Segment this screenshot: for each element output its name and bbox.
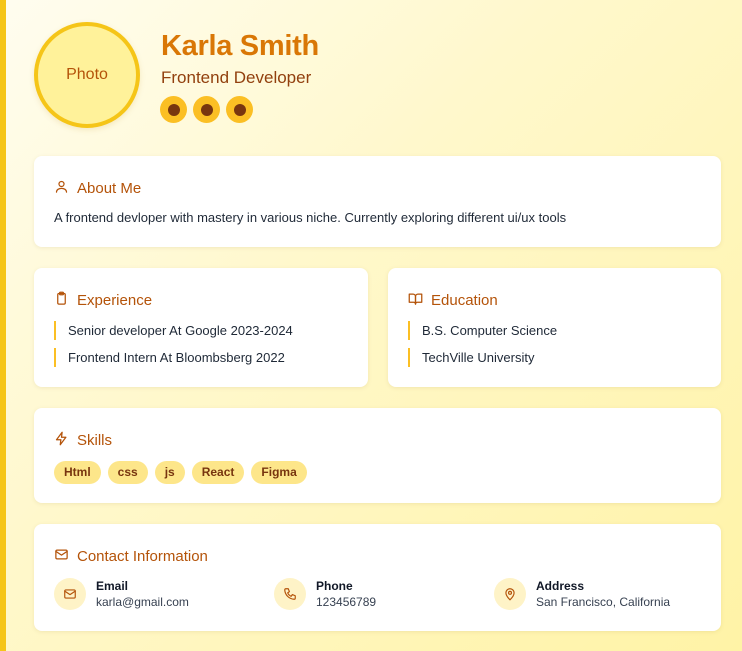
profile-role: Frontend Developer xyxy=(161,68,312,87)
dot-icon xyxy=(167,103,180,116)
social-link-2[interactable] xyxy=(193,96,220,123)
skill-tag: Figma xyxy=(251,461,307,484)
experience-heading: Experience xyxy=(54,291,152,310)
skill-tag: css xyxy=(107,461,148,484)
education-list: B.S. Computer Science TechVille Universi… xyxy=(408,321,557,375)
skills-title: Skills xyxy=(77,432,113,449)
contact-heading: Contact Information xyxy=(54,547,208,566)
contact-address-value: San Francisco, California xyxy=(536,595,671,609)
about-text: A frontend devloper with mastery in vari… xyxy=(54,210,567,225)
education-title: Education xyxy=(431,292,498,309)
education-item: B.S. Computer Science xyxy=(408,321,557,340)
mail-icon xyxy=(54,578,86,610)
mail-icon xyxy=(54,547,69,566)
profile-header: Photo Karla Smith Frontend Developer xyxy=(34,22,734,132)
experience-title: Experience xyxy=(77,292,153,309)
book-icon xyxy=(408,291,423,310)
social-link-3[interactable] xyxy=(226,96,253,123)
education-item: TechVille University xyxy=(408,348,557,367)
contact-address-label: Address xyxy=(536,579,585,593)
zap-icon xyxy=(54,431,69,450)
about-card: About Me A frontend devloper with master… xyxy=(34,156,721,247)
dot-icon xyxy=(233,103,246,116)
contact-email-value: karla@gmail.com xyxy=(96,595,189,609)
avatar: Photo xyxy=(34,22,140,128)
clipboard-icon xyxy=(54,291,69,310)
experience-card: Experience Senior developer At Google 20… xyxy=(34,268,368,387)
contact-phone[interactable]: Phone 123456789 xyxy=(274,578,376,610)
experience-item: Frontend Intern At Bloombsberg 2022 xyxy=(54,348,293,367)
skills-tags: Html css js React Figma xyxy=(54,461,307,484)
skills-card: Skills Html css js React Figma xyxy=(34,408,721,503)
profile-name: Karla Smith xyxy=(161,30,319,62)
map-pin-icon xyxy=(494,578,526,610)
social-link-1[interactable] xyxy=(160,96,187,123)
skills-heading: Skills xyxy=(54,431,112,450)
about-heading: About Me xyxy=(54,179,141,198)
contact-phone-label: Phone xyxy=(316,579,353,593)
dot-icon xyxy=(200,103,213,116)
skill-tag: React xyxy=(191,461,245,484)
skill-tag: js xyxy=(154,461,185,484)
left-accent-bar xyxy=(0,0,6,651)
education-card: Education B.S. Computer Science TechVill… xyxy=(388,268,721,387)
user-icon xyxy=(54,179,69,198)
contact-card: Contact Information Email karla@gmail.co… xyxy=(34,524,721,631)
skill-tag: Html xyxy=(54,461,101,484)
phone-icon xyxy=(274,578,306,610)
contact-email[interactable]: Email karla@gmail.com xyxy=(54,578,189,610)
contact-address[interactable]: Address San Francisco, California xyxy=(494,578,670,610)
experience-list: Senior developer At Google 2023-2024 Fro… xyxy=(54,321,293,375)
education-heading: Education xyxy=(408,291,498,310)
about-title: About Me xyxy=(77,180,142,197)
experience-item: Senior developer At Google 2023-2024 xyxy=(54,321,293,340)
contact-phone-value: 123456789 xyxy=(316,595,377,609)
social-links xyxy=(160,96,253,123)
avatar-placeholder-text: Photo xyxy=(66,66,108,83)
contact-email-label: Email xyxy=(96,579,129,593)
contact-title: Contact Information xyxy=(77,548,208,565)
